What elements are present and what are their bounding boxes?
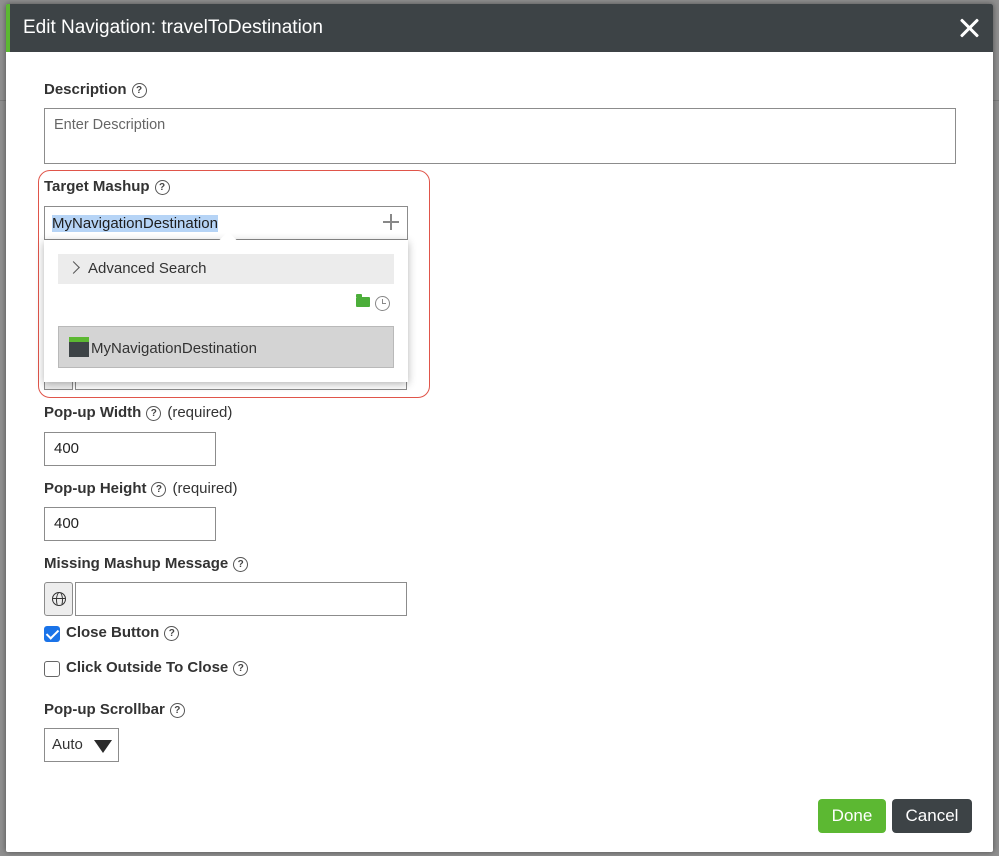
mashup-icon [69, 337, 89, 357]
required-label: (required) [172, 480, 238, 497]
missing-mashup-label: Missing Mashup Message [44, 555, 229, 572]
advanced-search-label: Advanced Search [88, 260, 207, 277]
target-mashup-value: MyNavigationDestination [52, 215, 218, 232]
close-icon[interactable] [957, 16, 981, 40]
dialog-title: Edit Navigation: travelToDestination [23, 17, 323, 38]
help-icon[interactable]: ? [233, 661, 249, 676]
target-mashup-dropdown: Advanced Search MyNavigationDestination [44, 231, 408, 382]
localization-button[interactable] [44, 582, 73, 616]
click-outside-checkbox[interactable] [44, 661, 60, 677]
popup-scrollbar-label-row: Pop-up Scrollbar? [44, 701, 185, 718]
click-outside-label: Click Outside To Close [66, 659, 229, 676]
target-mashup-label: Target Mashup [44, 178, 150, 195]
mashup-result-label: MyNavigationDestination [91, 340, 257, 357]
plus-icon[interactable] [383, 214, 399, 230]
advanced-search-toggle[interactable]: Advanced Search [58, 254, 394, 284]
popup-scrollbar-label: Pop-up Scrollbar [44, 701, 165, 718]
edit-navigation-dialog: Edit Navigation: travelToDestination Des… [6, 4, 993, 852]
popup-height-label-row: Pop-up Height? (required) [44, 480, 238, 497]
close-button-checkbox[interactable] [44, 626, 60, 642]
globe-icon [52, 592, 66, 606]
cancel-button[interactable]: Cancel [892, 799, 972, 833]
close-button-label-row: Close Button? [66, 624, 180, 641]
missing-mashup-input[interactable] [75, 582, 407, 616]
mashup-result-item[interactable]: MyNavigationDestination [58, 326, 394, 368]
help-icon[interactable]: ? [233, 557, 249, 572]
popup-scrollbar-value: Auto [52, 736, 83, 753]
popup-height-label: Pop-up Height [44, 480, 147, 497]
popup-height-input[interactable]: 400 [44, 507, 216, 541]
description-label-row: Description? [44, 81, 147, 98]
popup-scrollbar-select[interactable]: Auto [44, 728, 119, 762]
click-outside-label-row: Click Outside To Close? [66, 659, 249, 676]
popup-width-label-row: Pop-up Width? (required) [44, 404, 232, 421]
folder-icon[interactable] [356, 294, 370, 307]
close-button-label: Close Button [66, 624, 160, 641]
help-icon[interactable]: ? [154, 180, 170, 195]
target-mashup-label-row: Target Mashup? [44, 178, 170, 195]
clock-icon[interactable] [375, 296, 390, 311]
dialog-titlebar: Edit Navigation: travelToDestination [6, 4, 993, 52]
chevron-right-icon [67, 261, 80, 274]
help-icon[interactable]: ? [151, 482, 167, 497]
missing-mashup-label-row: Missing Mashup Message? [44, 555, 249, 572]
help-icon[interactable]: ? [131, 83, 147, 98]
required-label: (required) [167, 404, 233, 421]
help-icon[interactable]: ? [164, 626, 180, 641]
background-divider [993, 100, 999, 101]
dropdown-arrow-icon [94, 740, 112, 753]
popup-width-label: Pop-up Width [44, 404, 142, 421]
done-button[interactable]: Done [818, 799, 886, 833]
description-label: Description [44, 81, 127, 98]
help-icon[interactable]: ? [146, 406, 162, 421]
popup-width-input[interactable]: 400 [44, 432, 216, 466]
help-icon[interactable]: ? [169, 703, 185, 718]
description-textarea[interactable]: Enter Description [44, 108, 956, 164]
